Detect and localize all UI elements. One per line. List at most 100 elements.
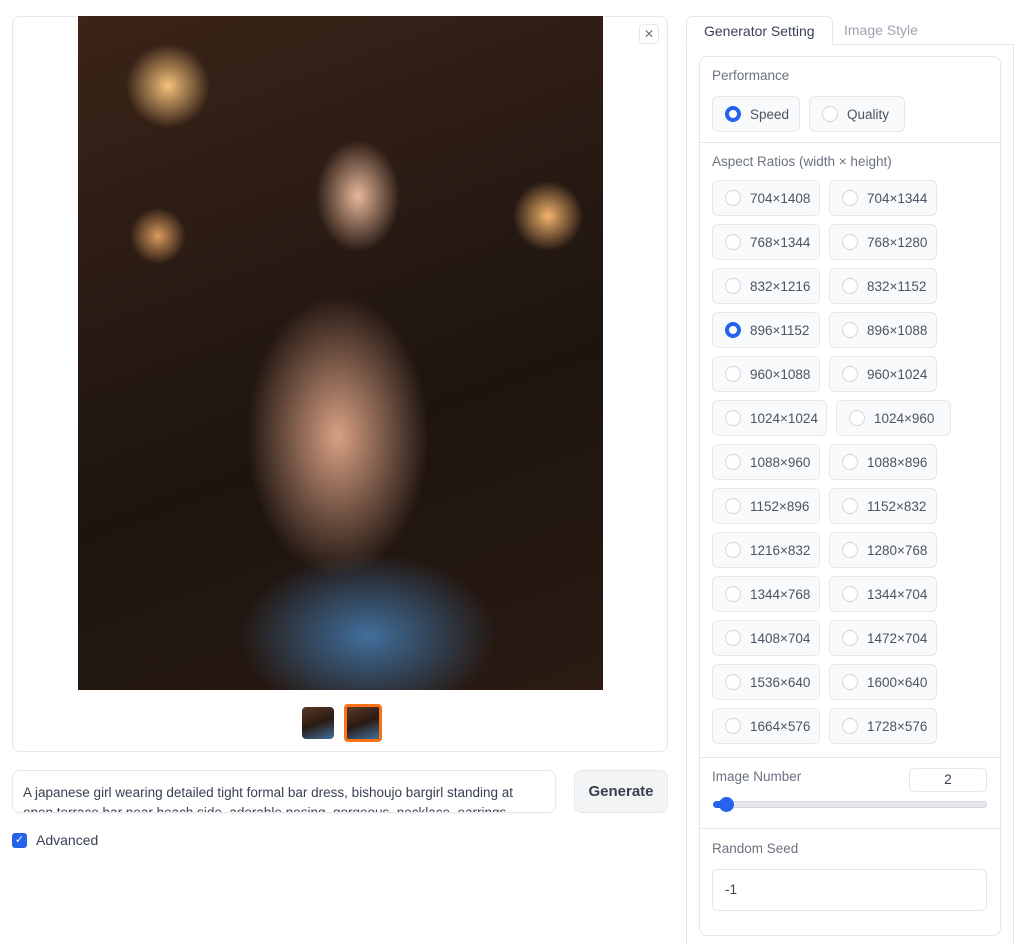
aspect-ratio-option[interactable]: 1088×896: [829, 444, 937, 480]
aspect-ratio-option[interactable]: 704×1408: [712, 180, 820, 216]
divider: [700, 757, 1000, 758]
aspect-ratio-option[interactable]: 1024×960: [836, 400, 951, 436]
aspect-ratio-option[interactable]: 1408×704: [712, 620, 820, 656]
divider: [700, 142, 1000, 143]
option-label: 1024×960: [874, 410, 935, 426]
image-number-slider[interactable]: [713, 801, 987, 808]
radio-icon: [725, 410, 741, 426]
aspect-ratio-option[interactable]: 1216×832: [712, 532, 820, 568]
option-label: 1344×704: [867, 586, 928, 602]
option-label: 1536×640: [750, 674, 811, 690]
radio-icon: [725, 454, 741, 470]
radio-icon: [725, 542, 741, 558]
option-label: 1664×576: [750, 718, 811, 734]
option-label: 1024×1024: [750, 410, 818, 426]
aspect-ratio-option[interactable]: 768×1280: [829, 224, 937, 260]
option-label: 896×1088: [867, 322, 928, 338]
aspect-ratio-option[interactable]: 1088×960: [712, 444, 820, 480]
aspect-ratio-option[interactable]: 896×1152: [712, 312, 820, 348]
close-icon[interactable]: ✕: [639, 24, 659, 44]
radio-icon: [842, 498, 858, 514]
settings-tabs: Generator Setting Image Style: [686, 16, 1014, 45]
aspect-ratio-option[interactable]: 832×1152: [829, 268, 937, 304]
radio-icon: [842, 586, 858, 602]
radio-icon: [842, 454, 858, 470]
aspect-ratio-option[interactable]: 1152×832: [829, 488, 937, 524]
generated-image[interactable]: [78, 16, 603, 690]
option-label: 1216×832: [750, 542, 811, 558]
aspect-ratio-option[interactable]: 1664×576: [712, 708, 820, 744]
divider: [700, 828, 1000, 829]
aspect-ratio-option[interactable]: 1152×896: [712, 488, 820, 524]
aspect-ratio-option[interactable]: 832×1216: [712, 268, 820, 304]
aspect-ratio-option[interactable]: 1536×640: [712, 664, 820, 700]
radio-icon: [725, 234, 741, 250]
option-label: 1408×704: [750, 630, 811, 646]
aspect-ratio-option[interactable]: 1344×704: [829, 576, 937, 612]
aspect-ratio-option[interactable]: 1728×576: [829, 708, 937, 744]
aspect-ratio-option[interactable]: 1600×640: [829, 664, 937, 700]
option-label: 960×1024: [867, 366, 928, 382]
aspect-ratio-label: Aspect Ratios (width × height): [712, 154, 892, 169]
random-seed-label: Random Seed: [712, 841, 799, 856]
option-label: Quality: [847, 106, 890, 122]
performance-quality[interactable]: Quality: [809, 96, 905, 132]
radio-icon: [849, 410, 865, 426]
aspect-ratio-option[interactable]: 704×1344: [829, 180, 937, 216]
random-seed-input[interactable]: -1: [712, 869, 987, 911]
option-label: 1472×704: [867, 630, 928, 646]
radio-icon: [725, 718, 741, 734]
radio-icon: [725, 190, 741, 206]
option-label: 1600×640: [867, 674, 928, 690]
performance-speed[interactable]: Speed: [712, 96, 800, 132]
aspect-ratio-option[interactable]: 960×1088: [712, 356, 820, 392]
aspect-ratio-option[interactable]: 960×1024: [829, 356, 937, 392]
option-label: 832×1216: [750, 278, 811, 294]
image-number-input[interactable]: 2: [909, 768, 987, 792]
option-label: 960×1088: [750, 366, 811, 382]
image-number-label: Image Number: [712, 769, 802, 784]
option-label: Speed: [750, 106, 790, 122]
thumbnail-1[interactable]: [302, 707, 334, 739]
tab-generator-setting[interactable]: Generator Setting: [686, 16, 833, 45]
option-label: 1728×576: [867, 718, 928, 734]
option-label: 832×1152: [867, 278, 927, 294]
option-label: 1344×768: [750, 586, 811, 602]
radio-icon: [725, 498, 741, 514]
slider-handle[interactable]: [719, 797, 734, 812]
radio-icon: [725, 630, 741, 646]
radio-icon: [842, 630, 858, 646]
radio-icon: [725, 366, 741, 382]
advanced-checkbox[interactable]: ✓ Advanced: [12, 832, 98, 848]
option-label: 1088×896: [867, 454, 928, 470]
performance-label: Performance: [712, 68, 790, 83]
radio-icon: [842, 190, 858, 206]
radio-icon: [822, 106, 838, 122]
option-label: 896×1152: [750, 322, 810, 338]
radio-icon: [725, 278, 741, 294]
radio-icon: [842, 234, 858, 250]
radio-icon: [842, 322, 858, 338]
aspect-ratio-option[interactable]: 1024×1024: [712, 400, 827, 436]
checkbox-check-icon[interactable]: ✓: [12, 832, 27, 848]
radio-icon: [725, 586, 741, 602]
radio-icon: [842, 674, 858, 690]
generate-button[interactable]: Generate: [574, 770, 668, 813]
aspect-ratio-option[interactable]: 1472×704: [829, 620, 937, 656]
prompt-input[interactable]: A japanese girl wearing detailed tight f…: [12, 770, 556, 813]
aspect-ratio-option[interactable]: 1344×768: [712, 576, 820, 612]
option-label: 704×1408: [750, 190, 811, 206]
option-label: 768×1280: [867, 234, 928, 250]
radio-icon: [842, 278, 858, 294]
aspect-ratio-option[interactable]: 1280×768: [829, 532, 937, 568]
aspect-ratio-option[interactable]: 768×1344: [712, 224, 820, 260]
tab-image-style[interactable]: Image Style: [827, 16, 935, 45]
radio-icon: [842, 366, 858, 382]
option-label: 704×1344: [867, 190, 928, 206]
aspect-ratio-option[interactable]: 896×1088: [829, 312, 937, 348]
radio-icon: [725, 674, 741, 690]
option-label: 1280×768: [867, 542, 928, 558]
option-label: 1152×832: [867, 498, 927, 514]
radio-checked-icon: [725, 322, 741, 338]
thumbnail-2-selected[interactable]: [344, 704, 382, 742]
